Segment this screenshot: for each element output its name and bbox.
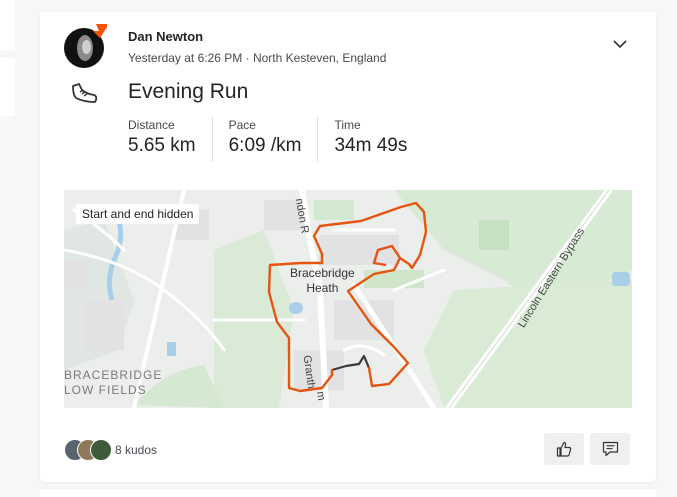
activity-timestamp: Yesterday at 6:26 PM · North Kesteven, E… (128, 51, 387, 65)
stat-label: Time (334, 118, 361, 132)
stat-pace: Pace 6:09 /km (229, 116, 319, 162)
route-map[interactable]: Start and end hidden Bracebridge Heath B… (64, 190, 632, 408)
activity-title[interactable]: Evening Run (128, 80, 248, 104)
privacy-zone-tag: Start and end hidden (76, 204, 200, 224)
place-label-line: Heath (306, 281, 339, 295)
stat-label: Distance (128, 118, 175, 132)
subscriber-badge-icon (93, 24, 107, 38)
area-label-line: BRACEBRIDGE (64, 368, 163, 382)
stat-time: Time 34m 49s (334, 116, 423, 162)
avatar-photo-highlight (82, 40, 91, 54)
left-panel-edge (0, 0, 15, 50)
place-label-line: Bracebridge (290, 266, 355, 280)
stat-value: 5.65 km (128, 135, 196, 156)
comment-button[interactable] (590, 433, 630, 465)
activity-stats: Distance 5.65 km Pace 6:09 /km Time 34m … (128, 116, 439, 162)
activity-options-button[interactable] (610, 34, 630, 54)
stat-value: 6:09 /km (228, 135, 302, 156)
running-shoe-icon (72, 83, 98, 103)
next-card-edge (40, 490, 656, 497)
place-label: Bracebridge Heath (290, 266, 355, 296)
kudos-count[interactable]: 8 kudos (115, 443, 157, 457)
stat-distance: Distance 5.65 km (128, 116, 213, 162)
area-label: BRACEBRIDGE LOW FIELDS (64, 368, 162, 398)
give-kudos-button[interactable] (544, 433, 584, 465)
area-label-line: LOW FIELDS (64, 383, 147, 397)
athlete-name[interactable]: Dan Newton (128, 29, 203, 44)
thumbs-up-icon (556, 441, 572, 457)
activity-card: Dan Newton Yesterday at 6:26 PM · North … (40, 12, 656, 482)
avatar (90, 439, 112, 461)
left-panel-edge (0, 58, 15, 116)
kudos-avatars (64, 439, 112, 461)
comment-icon (602, 441, 618, 457)
road-label: m (314, 390, 328, 402)
stat-label: Pace (228, 118, 256, 132)
stat-value: 34m 49s (334, 135, 408, 156)
chevron-down-icon (613, 39, 627, 48)
kudos-summary[interactable]: 8 kudos (64, 438, 157, 462)
